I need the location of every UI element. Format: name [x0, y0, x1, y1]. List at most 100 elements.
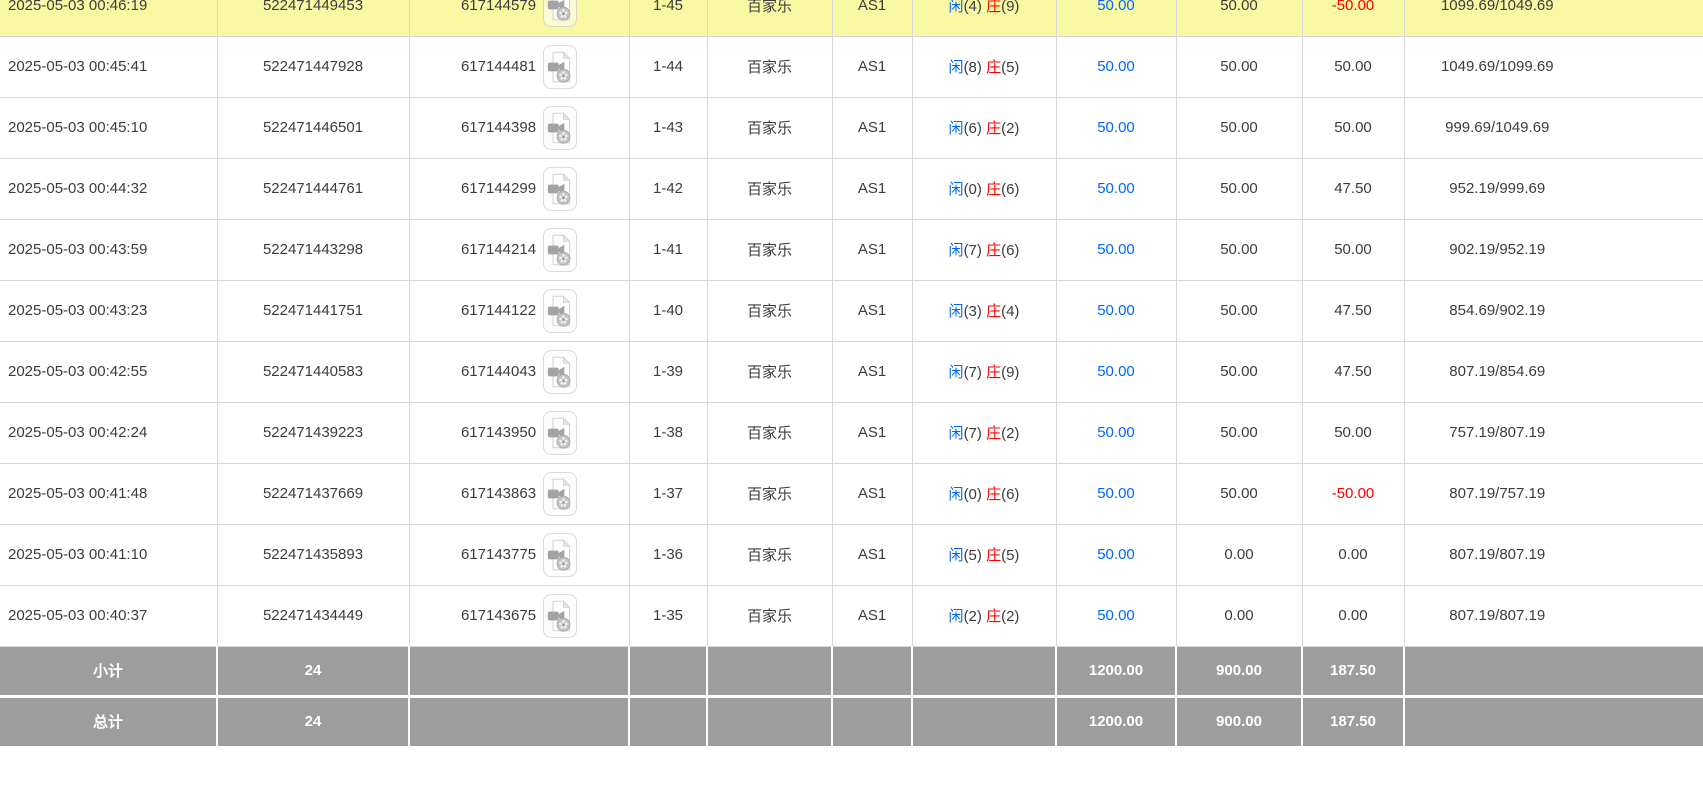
- total-row: 总计 24 1200.00 900.00 187.50: [0, 696, 1703, 746]
- bet-amount-link[interactable]: 50.00: [1097, 363, 1135, 380]
- bet-time: 2025-05-03 00:41:48: [0, 463, 218, 525]
- cell-game-id: 617144122: [409, 280, 630, 342]
- video-replay-button[interactable]: [543, 532, 578, 577]
- cell-game-id: 617143775: [409, 524, 630, 586]
- result-player-points: (0): [963, 486, 982, 503]
- result-player-label: 闲: [948, 303, 964, 320]
- cell-result: 闲(6) 庄(2): [912, 97, 1057, 159]
- bet-amount-link[interactable]: 50.00: [1097, 485, 1135, 502]
- video-replay-button[interactable]: [543, 349, 578, 394]
- subtotal-empty-type: [707, 646, 833, 698]
- table-row: 2025-05-03 00:42:55 522471440583 6171440…: [0, 341, 1703, 403]
- valid-amount: 50.00: [1176, 0, 1303, 37]
- balance: 999.69/1049.69: [1404, 97, 1703, 159]
- cell-game-id: 617143675: [409, 585, 630, 647]
- result-banker-label: 庄: [986, 364, 1002, 381]
- video-replay-button[interactable]: [543, 166, 578, 211]
- video-file-icon: [547, 538, 571, 571]
- round: 1-38: [629, 402, 708, 464]
- cell-game-id: 617144214: [409, 219, 630, 281]
- game-type: 百家乐: [707, 158, 833, 220]
- bet-amount-link[interactable]: 50.00: [1097, 241, 1135, 258]
- video-replay-button[interactable]: [543, 227, 578, 272]
- bet-amount-link[interactable]: 50.00: [1097, 424, 1135, 441]
- bet-amount-link[interactable]: 50.00: [1097, 0, 1135, 14]
- result-player-label: 闲: [948, 547, 964, 564]
- balance: 952.19/999.69: [1404, 158, 1703, 220]
- total-label: 总计: [0, 696, 218, 746]
- bet-amount-link[interactable]: 50.00: [1097, 180, 1135, 197]
- cell-game-id: 617144579: [409, 0, 630, 37]
- round: 1-44: [629, 36, 708, 98]
- total-empty-game: [409, 696, 630, 746]
- cell-game-id: 617144481: [409, 36, 630, 98]
- total-win-loss: 187.50: [1302, 696, 1405, 746]
- cell-game-id: 617143863: [409, 463, 630, 525]
- balance: 807.19/807.19: [1404, 585, 1703, 647]
- game-type: 百家乐: [707, 463, 833, 525]
- video-replay-button[interactable]: [543, 471, 578, 516]
- balance: 807.19/854.69: [1404, 341, 1703, 403]
- valid-amount: 50.00: [1176, 402, 1303, 464]
- result-banker-points: (6): [1001, 242, 1020, 259]
- video-replay-button[interactable]: [543, 593, 578, 638]
- result-player-label: 闲: [948, 181, 964, 198]
- result-banker-points: (2): [1001, 608, 1020, 625]
- video-file-icon: [547, 294, 571, 327]
- cell-bet-amount: 50.00: [1056, 158, 1177, 220]
- bet-history-screen: 2025-05-03 00:46:19 522471449453 6171445…: [0, 0, 1703, 805]
- video-file-icon: [547, 233, 571, 266]
- subtotal-empty-balance: [1404, 646, 1703, 698]
- video-replay-button[interactable]: [543, 410, 578, 455]
- valid-amount: 0.00: [1176, 524, 1303, 586]
- video-replay-button[interactable]: [543, 0, 578, 28]
- subtotal-valid-amount: 900.00: [1176, 646, 1303, 698]
- bet-id: 522471447928: [217, 36, 410, 98]
- video-file-icon: [547, 172, 571, 205]
- table-name: AS1: [832, 524, 913, 586]
- video-file-icon: [547, 111, 571, 144]
- table-name: AS1: [832, 463, 913, 525]
- video-replay-button[interactable]: [543, 288, 578, 333]
- game-id-text: 617144122: [460, 302, 537, 319]
- total-count: 24: [217, 696, 410, 746]
- cell-result: 闲(3) 庄(4): [912, 280, 1057, 342]
- balance: 1099.69/1049.69: [1404, 0, 1703, 37]
- table-name: AS1: [832, 0, 913, 37]
- bet-id: 522471449453: [217, 0, 410, 37]
- result-player-label: 闲: [948, 364, 964, 381]
- game-type: 百家乐: [707, 36, 833, 98]
- result-banker-label: 庄: [986, 547, 1002, 564]
- subtotal-win-loss: 187.50: [1302, 646, 1405, 698]
- video-replay-button[interactable]: [543, 44, 578, 89]
- result-player-label: 闲: [948, 120, 964, 137]
- bet-amount-link[interactable]: 50.00: [1097, 546, 1135, 563]
- game-type: 百家乐: [707, 0, 833, 37]
- round: 1-36: [629, 524, 708, 586]
- table-row: 2025-05-03 00:45:10 522471446501 6171443…: [0, 97, 1703, 159]
- bet-time: 2025-05-03 00:44:32: [0, 158, 218, 220]
- balance: 757.19/807.19: [1404, 402, 1703, 464]
- bet-id: 522471439223: [217, 402, 410, 464]
- total-valid-amount: 900.00: [1176, 696, 1303, 746]
- cell-result: 闲(7) 庄(2): [912, 402, 1057, 464]
- bet-amount-link[interactable]: 50.00: [1097, 607, 1135, 624]
- result-banker-label: 庄: [986, 303, 1002, 320]
- bet-amount-link[interactable]: 50.00: [1097, 58, 1135, 75]
- subtotal-label: 小计: [0, 646, 218, 698]
- result-player-label: 闲: [948, 0, 964, 15]
- result-banker-label: 庄: [986, 425, 1002, 442]
- bet-amount-link[interactable]: 50.00: [1097, 302, 1135, 319]
- win-loss: 50.00: [1302, 402, 1405, 464]
- bet-amount-link[interactable]: 50.00: [1097, 119, 1135, 136]
- win-loss: 47.50: [1302, 341, 1405, 403]
- cell-result: 闲(0) 庄(6): [912, 158, 1057, 220]
- cell-bet-amount: 50.00: [1056, 0, 1177, 37]
- valid-amount: 50.00: [1176, 36, 1303, 98]
- result-banker-label: 庄: [986, 0, 1002, 15]
- game-type: 百家乐: [707, 585, 833, 647]
- video-replay-button[interactable]: [543, 105, 578, 150]
- bet-time: 2025-05-03 00:40:37: [0, 585, 218, 647]
- bet-id: 522471446501: [217, 97, 410, 159]
- result-banker-label: 庄: [986, 120, 1002, 137]
